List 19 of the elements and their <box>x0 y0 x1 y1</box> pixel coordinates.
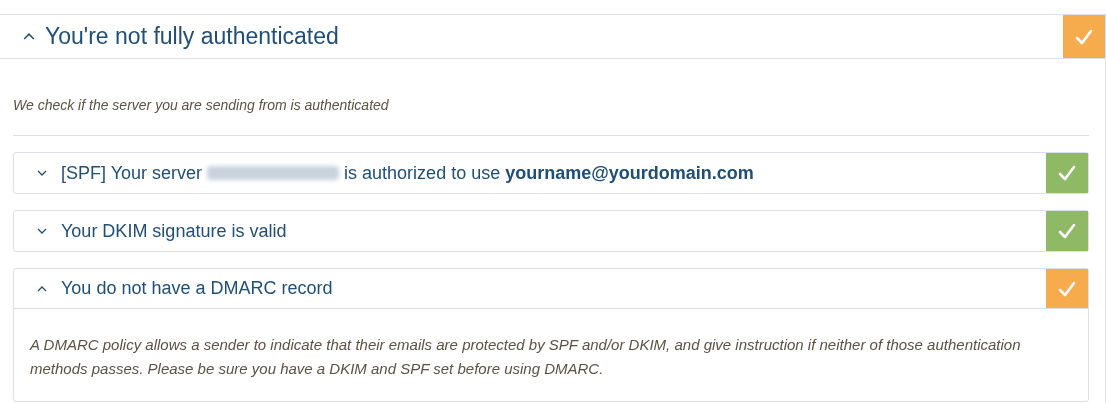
check-title: [SPF] Your server <box>61 161 203 185</box>
checkmark-icon <box>1058 223 1076 239</box>
checkmark-icon <box>1058 165 1076 181</box>
check-description: A DMARC policy allows a sender to indicate that their emails are protected by SPF and/or DKIM, and give instruction if neither of those authentication methods passes. Please be sure you have a DKIM and SPF set before using DMARC. <box>30 335 1022 379</box>
checkmark-icon <box>1075 28 1093 45</box>
chevron-down-icon <box>37 228 47 234</box>
check-title: Your DKIM signature is valid <box>61 219 287 243</box>
check-header[interactable]: [SPF] Your server is authorized to use yourname@yourdomain.com <box>14 153 1088 193</box>
section-description: We check if the server you are sending from is authenticated <box>13 96 390 115</box>
chevron-down-icon <box>37 170 47 176</box>
section-header[interactable]: You're not fully authenticated <box>0 15 1105 59</box>
check-title: is authorized to use yourname@yourdomain.com <box>344 161 754 185</box>
check-title: You do not have a DMARC record <box>61 277 333 300</box>
check-header[interactable]: Your DKIM signature is valid <box>14 211 1088 251</box>
checkmark-icon <box>1058 280 1076 297</box>
section-title: You're not fully authenticated <box>45 22 340 52</box>
chevron-up-icon <box>23 32 35 41</box>
check-header[interactable]: You do not have a DMARC record <box>14 269 1088 309</box>
chevron-up-icon <box>37 285 47 292</box>
